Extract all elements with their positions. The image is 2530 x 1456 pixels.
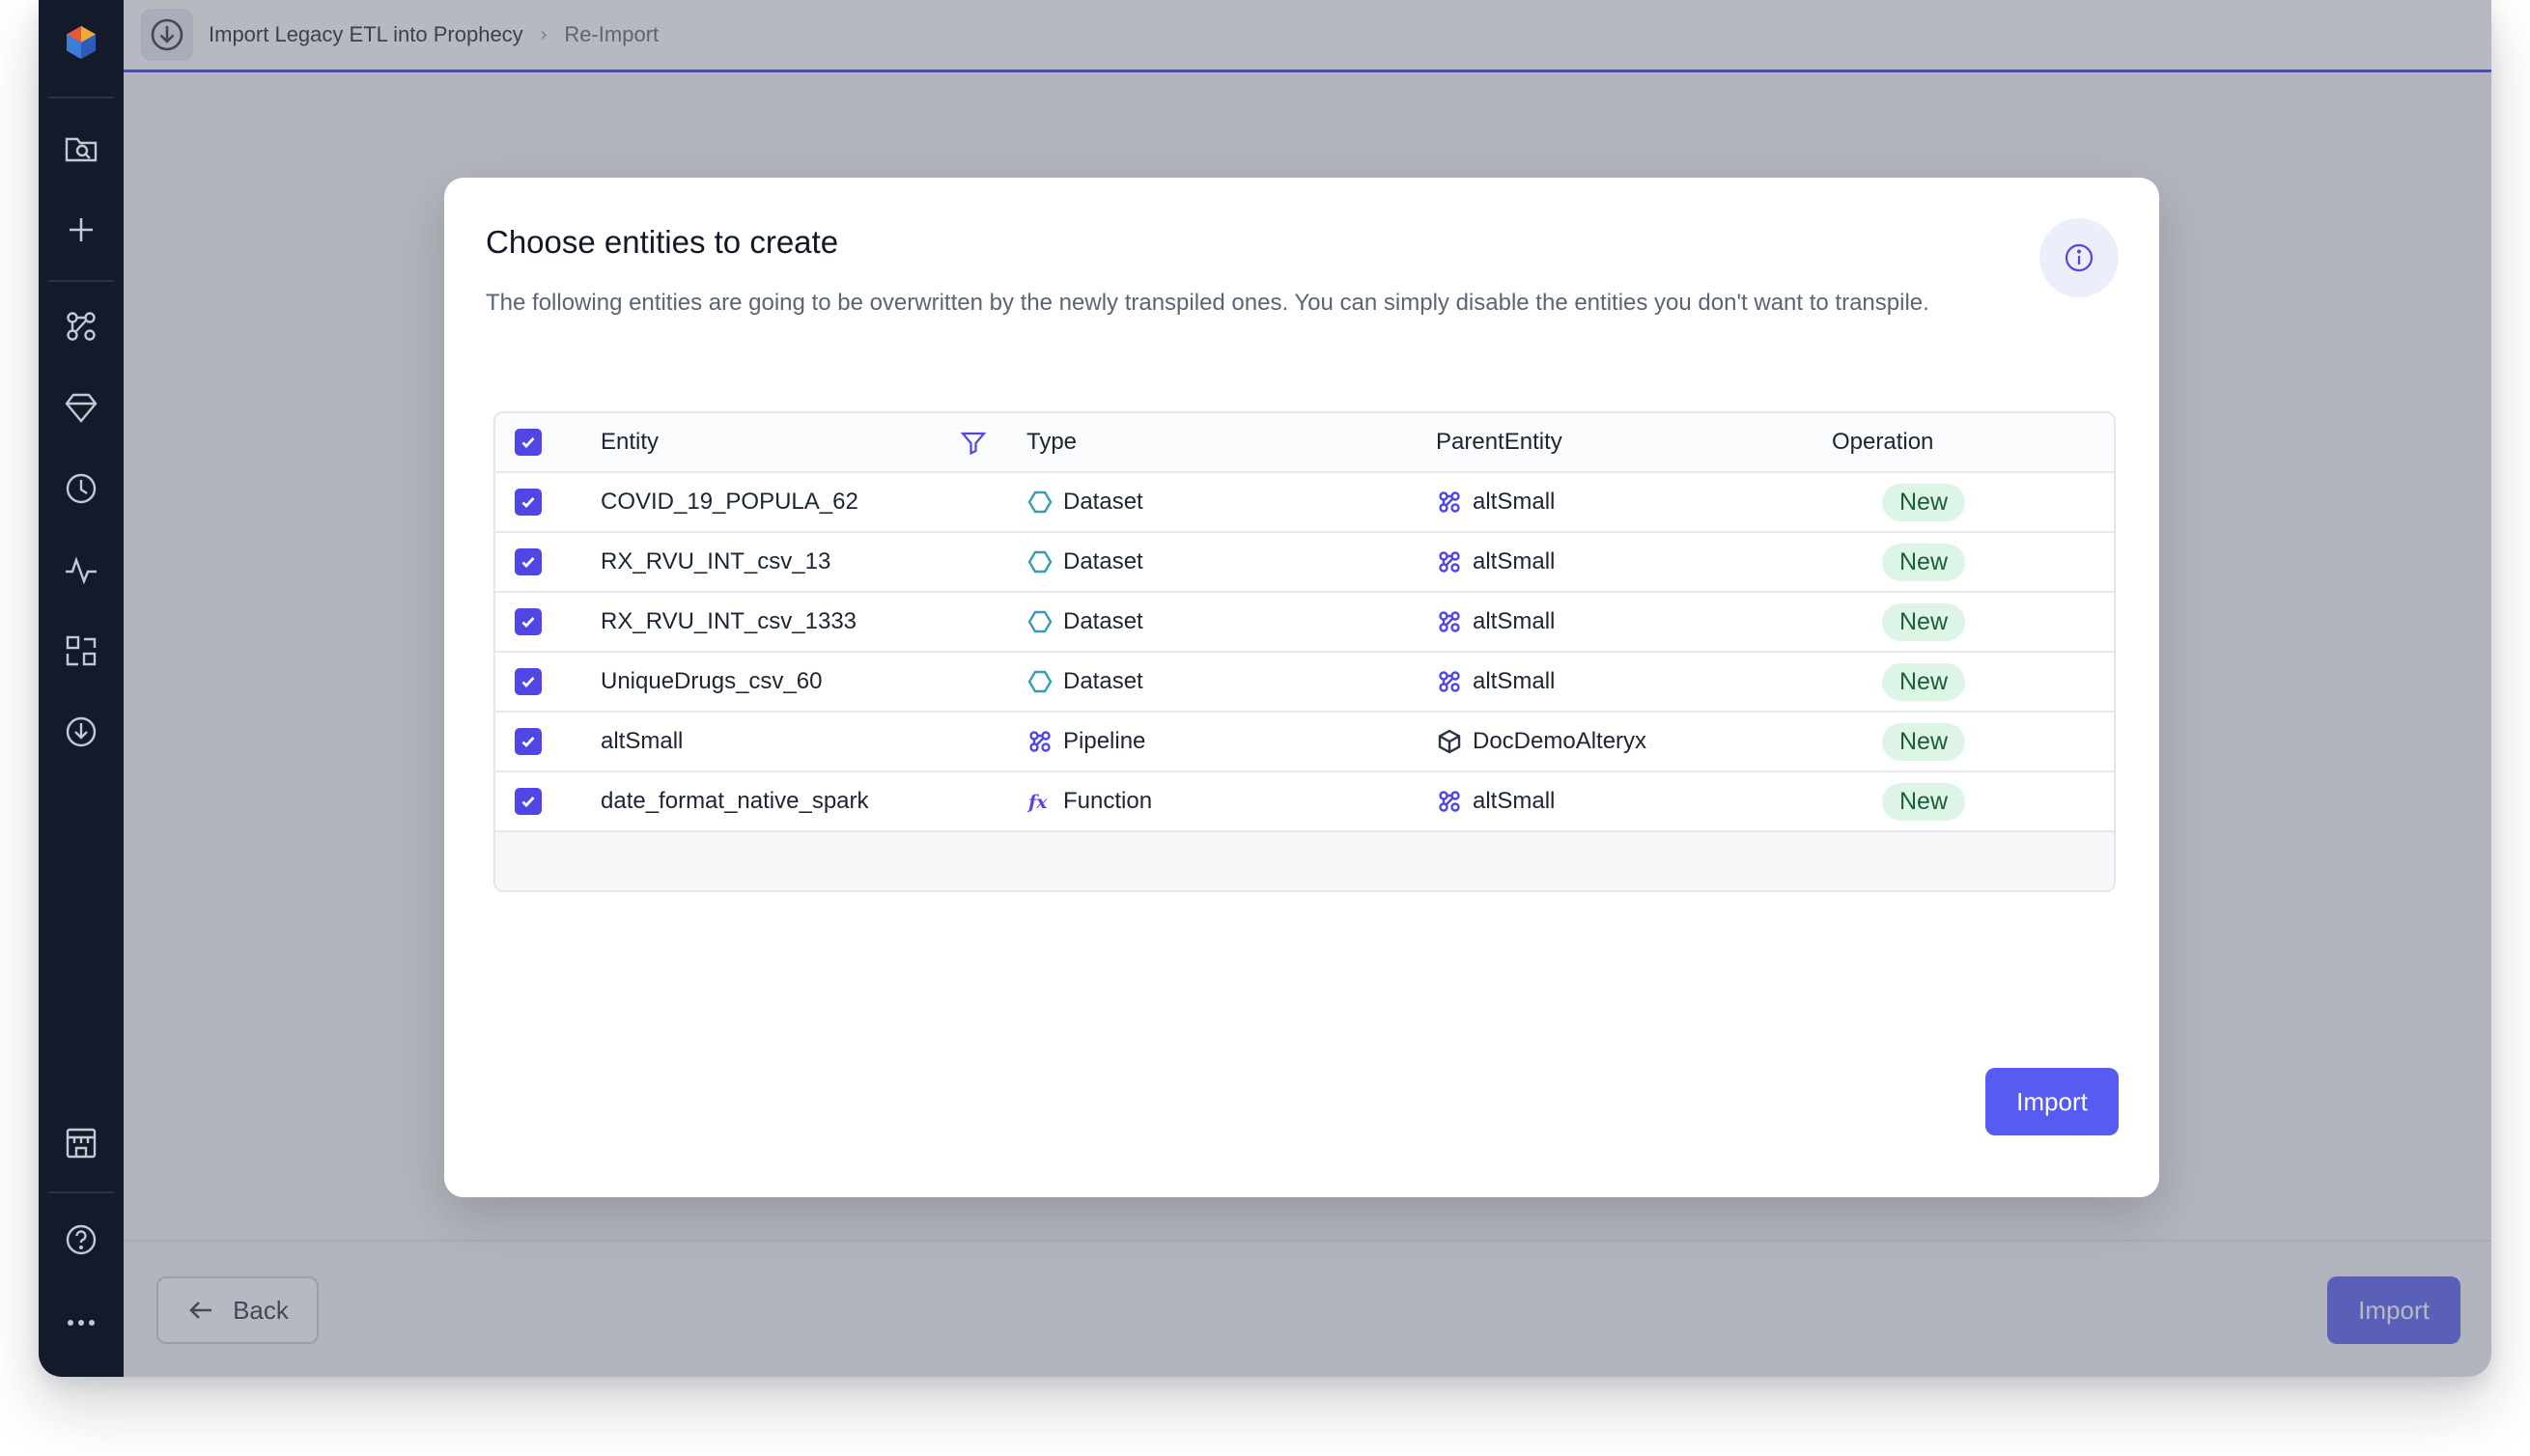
help-icon[interactable]	[58, 1217, 104, 1263]
dataset-icon	[1026, 668, 1054, 695]
create-new-icon[interactable]	[58, 207, 104, 253]
table-row[interactable]: RX_RVU_INT_csv_13 Dataset altSmall New	[495, 533, 2114, 593]
table-row[interactable]: RX_RVU_INT_csv_1333 Dataset altSmall New	[495, 593, 2114, 653]
row-checkbox[interactable]	[515, 608, 542, 635]
marketplace-icon[interactable]	[58, 1120, 104, 1166]
dataset-icon	[1026, 608, 1054, 635]
function-icon: fx	[1026, 788, 1054, 815]
browse-projects-icon[interactable]	[58, 126, 104, 172]
operation-badge: New	[1882, 782, 1966, 821]
filter-icon[interactable]	[959, 413, 988, 471]
dataset-icon	[1026, 548, 1054, 575]
choose-entities-modal: Choose entities to create The following …	[444, 178, 2159, 1197]
operation-badge: New	[1882, 483, 1966, 521]
project-icon	[1436, 728, 1463, 755]
header-entity: Entity	[601, 429, 660, 455]
svg-text:fx: fx	[1026, 792, 1048, 813]
header-type: Type	[1026, 429, 1078, 455]
entity-name: COVID_19_POPULA_62	[601, 489, 858, 515]
modal-import-button[interactable]: Import	[1985, 1068, 2119, 1135]
info-icon	[2065, 243, 2094, 272]
pipeline-icon	[1026, 728, 1054, 755]
parent-entity: altSmall	[1473, 548, 1556, 574]
entity-name: altSmall	[601, 728, 684, 754]
sidebar	[39, 0, 124, 1377]
entity-type: Dataset	[1063, 548, 1143, 574]
pipeline-icon	[1436, 548, 1463, 575]
table-header-row: Entity Type ParentEntity Operation	[495, 413, 2114, 473]
entity-name: RX_RVU_INT_csv_13	[601, 548, 831, 574]
entities-table: Entity Type ParentEntity Operation COVID…	[493, 411, 2116, 892]
entity-type: Pipeline	[1063, 728, 1146, 754]
modal-description: The following entities are going to be o…	[486, 290, 1929, 316]
header-parent-entity: ParentEntity	[1436, 429, 1562, 455]
entity-type: Dataset	[1063, 668, 1143, 694]
pipeline-icon	[1436, 489, 1463, 516]
operation-badge: New	[1882, 722, 1966, 761]
header-operation: Operation	[1832, 429, 1934, 455]
row-checkbox[interactable]	[515, 788, 542, 815]
lineage-icon[interactable]	[58, 628, 104, 674]
pipeline-icon	[1436, 608, 1463, 635]
table-row[interactable]: date_format_native_spark fx Function altSma…	[495, 772, 2114, 832]
row-checkbox[interactable]	[515, 548, 542, 575]
parent-entity: DocDemoAlteryx	[1473, 728, 1647, 754]
parent-entity: altSmall	[1473, 788, 1556, 814]
table-empty-row	[495, 832, 2114, 890]
operation-badge: New	[1882, 662, 1966, 701]
import-icon[interactable]	[58, 709, 104, 755]
entity-type: Function	[1063, 788, 1153, 814]
row-checkbox[interactable]	[515, 489, 542, 516]
entity-type: Dataset	[1063, 608, 1143, 634]
dataset-icon	[1026, 489, 1054, 516]
gems-icon[interactable]	[58, 384, 104, 431]
info-button[interactable]	[2039, 218, 2119, 297]
entity-name: date_format_native_spark	[601, 788, 869, 814]
pipeline-icon	[1436, 668, 1463, 695]
app-window: Import Legacy ETL into Prophecy › Re-Imp…	[39, 0, 2491, 1377]
row-checkbox[interactable]	[515, 668, 542, 695]
pipelines-icon[interactable]	[58, 303, 104, 350]
modal-title: Choose entities to create	[486, 224, 839, 260]
entity-name: RX_RVU_INT_csv_1333	[601, 608, 857, 634]
table-row[interactable]: UniqueDrugs_csv_60 Dataset altSmall New	[495, 653, 2114, 713]
parent-entity: altSmall	[1473, 668, 1556, 694]
parent-entity: altSmall	[1473, 608, 1556, 634]
entity-name: UniqueDrugs_csv_60	[601, 668, 823, 694]
table-body: COVID_19_POPULA_62 Dataset altSmall New RX_R…	[495, 473, 2114, 832]
operation-badge: New	[1882, 543, 1966, 581]
prophecy-logo-icon[interactable]	[58, 19, 104, 66]
operation-badge: New	[1882, 602, 1966, 641]
select-all-checkbox[interactable]	[515, 429, 542, 456]
table-row[interactable]: altSmall Pipeline DocDemoAlteryx New	[495, 713, 2114, 772]
parent-entity: altSmall	[1473, 489, 1556, 515]
observability-icon[interactable]	[58, 546, 104, 593]
more-icon[interactable]	[58, 1300, 104, 1346]
row-checkbox[interactable]	[515, 728, 542, 755]
pipeline-icon	[1436, 788, 1463, 815]
entity-type: Dataset	[1063, 489, 1143, 515]
schedules-icon[interactable]	[58, 465, 104, 512]
table-row[interactable]: COVID_19_POPULA_62 Dataset altSmall New	[495, 473, 2114, 533]
